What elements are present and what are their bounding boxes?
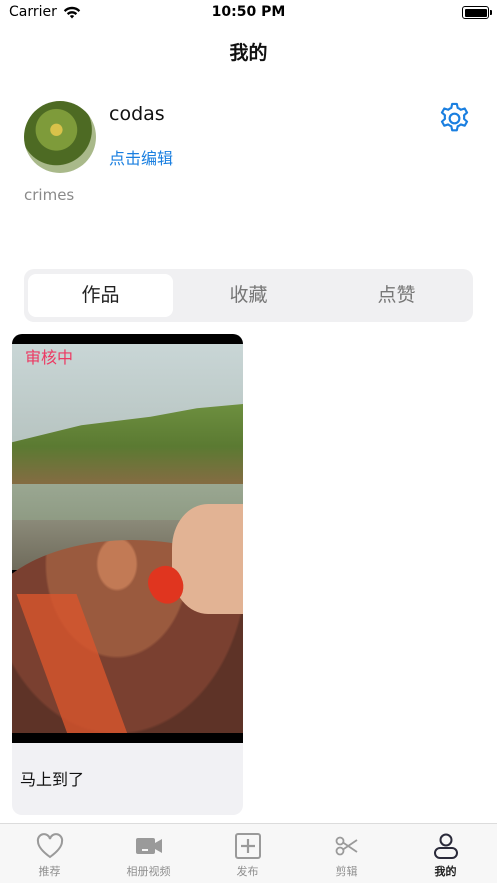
content-tabs: 作品 收藏 点赞 [24,269,473,322]
status-time: 10:50 PM [211,4,286,20]
work-card[interactable]: 审核中 马上到了 [12,334,243,815]
username: codas [109,103,165,125]
tabbar-label: 发布 [236,865,259,878]
tabbar-item-me[interactable]: 我的 [396,824,495,883]
status-bar: Carrier 10:50 PM [0,0,497,26]
tabbar-label: 我的 [434,865,457,878]
thumbnail-image [12,344,243,733]
tabbar-item-edit[interactable]: 剪辑 [297,824,396,883]
tabbar-label: 剪辑 [335,865,358,878]
heart-icon [36,833,63,859]
avatar[interactable] [24,101,96,173]
video-thumbnail[interactable]: 审核中 [12,334,243,743]
tab-favorites[interactable]: 收藏 [176,274,321,317]
page-title: 我的 [229,42,268,64]
bottom-tab-bar: 推荐 相册视频 发布 剪辑 我的 [0,823,497,883]
tab-likes[interactable]: 点赞 [324,274,469,317]
review-status-badge: 审核中 [25,348,74,367]
tabbar-item-publish[interactable]: 发布 [198,824,297,883]
tabbar-label: 推荐 [38,865,61,878]
tab-works[interactable]: 作品 [28,274,173,317]
gear-icon[interactable] [437,101,472,136]
battery-icon [462,6,492,19]
edit-profile-link[interactable]: 点击编辑 [109,145,173,169]
tabbar-label: 相册视频 [126,865,171,878]
scissors-icon [335,836,358,856]
profile-bio: crimes [24,186,75,204]
plus-square-icon [234,833,261,859]
person-icon [433,833,458,859]
tabbar-item-recommend[interactable]: 推荐 [0,824,99,883]
work-caption: 马上到了 [20,770,85,789]
video-camera-icon [135,838,162,854]
tabbar-item-album-video[interactable]: 相册视频 [99,824,198,883]
